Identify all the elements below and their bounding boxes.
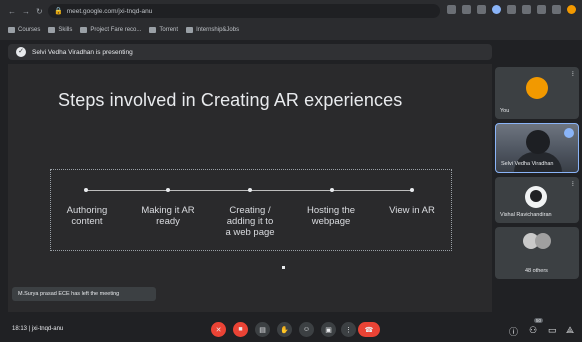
extension-icon[interactable] xyxy=(522,5,531,14)
profile-avatar[interactable] xyxy=(567,5,576,14)
mic-off-button[interactable]: ✕ xyxy=(211,322,226,337)
bookmark-skills[interactable]: Skills xyxy=(48,27,72,33)
speaking-icon xyxy=(564,128,574,138)
back-icon[interactable]: ← xyxy=(8,7,16,16)
extension-icon[interactable] xyxy=(507,5,516,14)
step-hosting: Hosting the webpage xyxy=(306,205,356,227)
participant-count-badge: 50 xyxy=(534,318,544,323)
more-options-button[interactable]: ⋮ xyxy=(341,322,356,337)
meeting-time-code: 18:13 | jxi-tnqd-anu xyxy=(12,326,64,332)
nav-buttons: ← → ↻ xyxy=(8,7,43,16)
bookmark-internship[interactable]: Internship&Jobs xyxy=(186,27,239,33)
bookmark-project[interactable]: Project Fare reco... xyxy=(80,27,141,33)
reload-icon[interactable]: ↻ xyxy=(36,7,43,16)
step-authoring: Authoring content xyxy=(66,205,108,227)
captions-button[interactable]: ▤ xyxy=(255,322,270,337)
participant-tile-vishal[interactable]: ⁝ Vishal Ravichandiran xyxy=(495,177,579,223)
participant-tile-speaker[interactable]: Selvi Vedha Viradhan xyxy=(495,123,579,173)
presenting-bar: ✓ Selvi Vedha Viradhan is presenting xyxy=(8,44,492,60)
camera-off-button[interactable]: ■ xyxy=(233,322,248,337)
people-icon[interactable]: ⚇ xyxy=(529,325,537,336)
step-web-page: Creating / adding it to a web page xyxy=(225,205,275,238)
timeline-dot xyxy=(248,188,252,192)
bookmark-folder-icon xyxy=(186,27,194,33)
forward-icon[interactable]: → xyxy=(22,7,30,16)
others-count: 48 others xyxy=(525,268,548,274)
share-icon[interactable] xyxy=(462,5,471,14)
present-button[interactable]: ▣ xyxy=(321,322,336,337)
timeline-dot xyxy=(410,188,414,192)
star-icon[interactable] xyxy=(477,5,486,14)
info-icon[interactable]: ⓘ xyxy=(509,325,518,338)
bookmark-courses[interactable]: Courses xyxy=(8,27,40,33)
chat-icon[interactable]: ▭ xyxy=(548,325,557,336)
step-view-ar: View in AR xyxy=(389,205,435,216)
raise-hand-button[interactable]: ✋ xyxy=(277,322,292,337)
video-face xyxy=(526,130,550,154)
participant-tile-others[interactable]: 48 others xyxy=(495,227,579,279)
bookmark-folder-icon xyxy=(149,27,157,33)
bookmark-folder-icon xyxy=(80,27,88,33)
extension-icon[interactable] xyxy=(492,5,501,14)
avatar xyxy=(526,77,548,99)
mouse-cursor xyxy=(282,266,285,269)
meeting-controls: 18:13 | jxi-tnqd-anu ✕ ■ ▤ ✋ ☺ ▣ ⋮ ☎ ⓘ 5… xyxy=(0,316,582,342)
bookmark-torrent[interactable]: Torrent xyxy=(149,27,178,33)
lock-icon: 🔒 xyxy=(54,8,63,15)
url-text: meet.google.com/jxi-tnqd-anu xyxy=(66,7,153,15)
puzzle-icon[interactable] xyxy=(537,5,546,14)
participant-name: Vishal Ravichandiran xyxy=(500,212,552,218)
shared-slide: Steps involved in Creating AR experience… xyxy=(8,64,492,312)
slide-title: Steps involved in Creating AR experience… xyxy=(58,90,403,110)
participant-tile-you[interactable]: ⁝ You xyxy=(495,67,579,119)
address-bar[interactable]: 🔒 meet.google.com/jxi-tnqd-anu xyxy=(48,4,440,18)
presenting-text: Selvi Vedha Viradhan is presenting xyxy=(32,48,133,56)
avatar-inner xyxy=(530,190,542,202)
browser-chrome: ← → ↻ 🔒 meet.google.com/jxi-tnqd-anu Cou… xyxy=(0,0,582,40)
bookmark-folder-icon xyxy=(8,27,15,33)
activities-icon[interactable]: ⟁ xyxy=(566,325,574,336)
timeline-dot xyxy=(166,188,170,192)
timeline-dot xyxy=(330,188,334,192)
timeline-dot xyxy=(84,188,88,192)
participant-name: You xyxy=(500,108,510,114)
avatar xyxy=(535,233,551,249)
url-row: ← → ↻ 🔒 meet.google.com/jxi-tnqd-anu xyxy=(0,0,582,22)
bookmark-folder-icon xyxy=(48,27,56,33)
extension-icon[interactable] xyxy=(447,5,456,14)
presenter-icon: ✓ xyxy=(16,47,26,57)
left-meeting-toast: M.Surya prasad ECE has left the meeting xyxy=(12,287,156,301)
step-ar-ready: Making it AR ready xyxy=(141,205,195,227)
window-icon[interactable] xyxy=(552,5,561,14)
bookmarks-bar: Courses Skills Project Fare reco... Torr… xyxy=(0,23,582,37)
end-call-button[interactable]: ☎ xyxy=(358,322,380,337)
participant-name: Selvi Vedha Viradhan xyxy=(501,161,554,167)
mute-icon: ⁝ xyxy=(571,71,574,78)
emoji-button[interactable]: ☺ xyxy=(299,322,314,337)
mute-icon: ⁝ xyxy=(571,181,574,188)
extension-icons xyxy=(447,5,576,14)
